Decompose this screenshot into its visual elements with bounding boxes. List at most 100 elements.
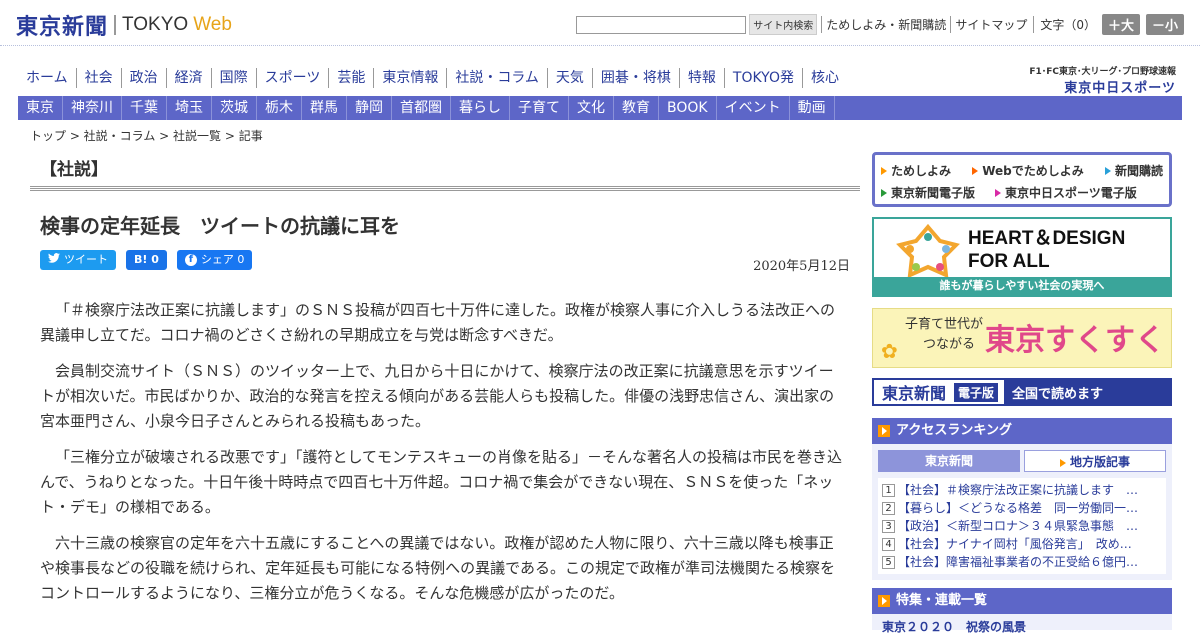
nav-sports[interactable]: スポーツ bbox=[255, 68, 329, 88]
heart-design-caption: 誰もが暮らしやすい社会の実現へ bbox=[874, 277, 1170, 295]
arrow-icon bbox=[995, 189, 1002, 197]
web-trial-read-label: Webでためしよみ bbox=[982, 163, 1084, 178]
tweet-label: ツイート bbox=[64, 253, 108, 266]
trial-read-link[interactable]: ためしよみ bbox=[881, 162, 951, 179]
ranking-tabs: 東京新聞 地方版記事 bbox=[872, 444, 1172, 472]
twitter-bird-icon bbox=[48, 250, 60, 270]
sukusuku-tagline-2: つながる bbox=[923, 337, 976, 352]
ranking-list: 1 【社会】＃検察庁法改正案に抗議します … 2 【暮らし】＜どうなる格差 同一労働… bbox=[878, 478, 1166, 574]
e-paper-link[interactable]: 東京新聞電子版 bbox=[881, 184, 975, 201]
breadcrumb[interactable]: トップ > 社説・コラム > 社説一覧 > 記事 bbox=[30, 127, 263, 144]
e-paper-brand: 東京新聞 bbox=[882, 384, 947, 403]
ranking-item-title: 【社会】ナイナイ岡村「風俗発言」 改め… bbox=[898, 537, 1132, 551]
nav-tokyo-hatsu[interactable]: TOKYO発 bbox=[723, 68, 802, 88]
flower-icon: ✿ bbox=[881, 339, 898, 363]
ranking-item[interactable]: 5 【社会】障害福祉事業者の不正受給６億円… bbox=[882, 553, 1162, 571]
nav-sub-item[interactable]: イベント bbox=[717, 96, 790, 120]
nav-tokyo-info[interactable]: 東京情報 bbox=[373, 68, 446, 88]
rank-number: 5 bbox=[882, 555, 895, 569]
nav-sub-item[interactable]: 首都圏 bbox=[392, 96, 451, 120]
nav-economy[interactable]: 経済 bbox=[165, 68, 211, 88]
nav-sub-item[interactable]: 動画 bbox=[790, 96, 835, 120]
nav-international[interactable]: 国際 bbox=[210, 68, 256, 88]
ranking-tab-tokyo[interactable]: 東京新聞 bbox=[878, 450, 1020, 472]
ranking-item-title: 【社会】＃検察庁法改正案に抗議します … bbox=[898, 483, 1139, 497]
font-size-up-button[interactable]: ＋大 bbox=[1101, 14, 1140, 35]
nav-sub-item[interactable]: BOOK bbox=[659, 96, 717, 120]
hatena-bookmark-button[interactable]: B! 0 bbox=[126, 250, 167, 270]
share-buttons: ツイート B! 0 f シェア 0 bbox=[40, 250, 262, 270]
ranking-item[interactable]: 2 【暮らし】＜どうなる格差 同一労働同一… bbox=[882, 499, 1162, 517]
e-paper-tagline: 全国で読めます bbox=[1004, 379, 1170, 405]
nav-society[interactable]: 社会 bbox=[75, 68, 121, 88]
sukusuku-tagline-1: 子育て世代が bbox=[905, 317, 984, 332]
nav-sub-item[interactable]: 神奈川 bbox=[63, 96, 122, 120]
heart-design-banner[interactable]: HEART＆DESIGN FOR ALL 誰もが暮らしやすい社会の実現へ bbox=[872, 217, 1172, 297]
ranking-item-title: 【社会】障害福祉事業者の不正受給６億円… bbox=[898, 555, 1139, 569]
site-search-input[interactable] bbox=[576, 15, 747, 34]
nav-sub-item[interactable]: 静岡 bbox=[347, 96, 392, 120]
ranking-header: アクセスランキング bbox=[872, 418, 1172, 444]
nav-entertainment[interactable]: 芸能 bbox=[328, 68, 373, 88]
arrow-icon bbox=[881, 189, 887, 197]
rank-number: 1 bbox=[882, 483, 895, 497]
subscription-links-box: ためしよみ Webでためしよみ 新聞購読 東京新聞電子版 東京中日スポーツ電子版 bbox=[872, 152, 1172, 207]
article-paragraph: 会員制交流サイト（ＳＮＳ）のツイッター上で、九日から十日にかけて、検察庁法の改正… bbox=[40, 362, 835, 430]
nav-weather[interactable]: 天気 bbox=[546, 68, 592, 88]
subscribe-link[interactable]: 新聞購読 bbox=[1104, 162, 1163, 179]
nav-sub-item[interactable]: 埼玉 bbox=[167, 96, 212, 120]
trial-read-label: ためしよみ bbox=[891, 163, 952, 178]
features-series: 特集・連載一覧 東京２０２０ 祝祭の風景 bbox=[872, 588, 1172, 634]
features-title: 特集・連載一覧 bbox=[896, 593, 988, 608]
nav-sub-item[interactable]: 東京 bbox=[18, 96, 63, 120]
logo-japanese: 東京新聞 bbox=[16, 14, 109, 40]
nav-sub-item[interactable]: 子育て bbox=[510, 96, 569, 120]
nav-editorial-column[interactable]: 社説・コラム bbox=[446, 68, 547, 88]
facebook-share-button[interactable]: f シェア 0 bbox=[176, 250, 253, 270]
ranking-item-title: 【暮らし】＜どうなる格差 同一労働同一… bbox=[898, 501, 1139, 515]
rank-number: 3 bbox=[882, 519, 895, 533]
nav-sub-item[interactable]: 暮らし bbox=[451, 96, 510, 120]
nav-special-report[interactable]: 特報 bbox=[678, 68, 724, 88]
ranking-tab-local[interactable]: 地方版記事 bbox=[1024, 450, 1166, 472]
e-paper-banner[interactable]: 東京新聞 電子版 全国で読めます bbox=[872, 378, 1172, 406]
heart-design-line1: HEART＆DESIGN bbox=[968, 228, 1126, 249]
section-title: 【社説】 bbox=[40, 160, 108, 180]
ranking-title: アクセスランキング bbox=[896, 423, 1012, 438]
article-paragraph: 「＃検察庁法改正案に抗議します」のＳＮＳ投稿が四百七十万件に達した。政権が検察人… bbox=[40, 301, 836, 344]
arrow-box-icon bbox=[878, 595, 890, 607]
trial-subscribe-link[interactable]: ためしよみ・新聞購読 bbox=[821, 16, 946, 33]
web-trial-read-link[interactable]: Webでためしよみ bbox=[972, 162, 1084, 179]
nav-sub-item[interactable]: 栃木 bbox=[257, 96, 302, 120]
chunichi-sports-link[interactable]: F1･FC東京･大リーグ･プロ野球速報 東京中日スポーツ bbox=[1029, 64, 1176, 96]
tokyo-sukusuku-banner[interactable]: ✿ 子育て世代が つながる 東京すくすく bbox=[872, 308, 1172, 368]
font-size-down-button[interactable]: －小 bbox=[1145, 14, 1184, 35]
nav-sub-item[interactable]: 文化 bbox=[569, 96, 614, 120]
tweet-button[interactable]: ツイート bbox=[40, 250, 116, 270]
site-header: 東京新聞 TOKYO Web サイト内検索 ためしよみ・新聞購読 サイトマップ … bbox=[0, 0, 1200, 46]
sitemap-link[interactable]: サイトマップ bbox=[950, 16, 1027, 33]
chunichi-e-paper-link[interactable]: 東京中日スポーツ電子版 bbox=[995, 184, 1137, 201]
nav-go-shogi[interactable]: 囲碁・将棋 bbox=[591, 68, 679, 88]
site-search-button[interactable]: サイト内検索 bbox=[749, 14, 818, 35]
nav-politics[interactable]: 政治 bbox=[120, 68, 166, 88]
nav-sub-item[interactable]: 群馬 bbox=[302, 96, 347, 120]
nav-sub-item[interactable]: 茨城 bbox=[212, 96, 257, 120]
arrow-icon bbox=[1104, 167, 1111, 175]
ranking-item[interactable]: 1 【社会】＃検察庁法改正案に抗議します … bbox=[882, 481, 1162, 499]
access-ranking: アクセスランキング 東京新聞 地方版記事 1 【社会】＃検察庁法改正案に抗議します… bbox=[872, 418, 1172, 580]
chunichi-tagline: F1･FC東京･大リーグ･プロ野球速報 bbox=[1029, 67, 1176, 77]
features-item[interactable]: 東京２０２０ 祝祭の風景 bbox=[872, 614, 1172, 639]
nav-sub-item[interactable]: 千葉 bbox=[122, 96, 167, 120]
nav-home[interactable]: ホーム bbox=[18, 68, 76, 88]
site-logo[interactable]: 東京新聞 TOKYO Web bbox=[16, 9, 232, 41]
ranking-item[interactable]: 3 【政治】＜新型コロナ＞３４県緊急事態 … bbox=[882, 517, 1162, 535]
nav-kakushin[interactable]: 核心 bbox=[801, 68, 847, 88]
heart-design-line2: FOR ALL bbox=[968, 251, 1050, 272]
article-date: 2020年5月12日 bbox=[753, 259, 850, 274]
sukusuku-tagline: 子育て世代が つながる bbox=[905, 315, 983, 355]
nav-sub-item[interactable]: 教育 bbox=[614, 96, 659, 120]
article-headline: 検事の定年延長 ツイートの抗議に耳を bbox=[40, 214, 400, 238]
facebook-share-label: シェア 0 bbox=[200, 253, 245, 266]
ranking-item[interactable]: 4 【社会】ナイナイ岡村「風俗発言」 改め… bbox=[882, 535, 1162, 553]
